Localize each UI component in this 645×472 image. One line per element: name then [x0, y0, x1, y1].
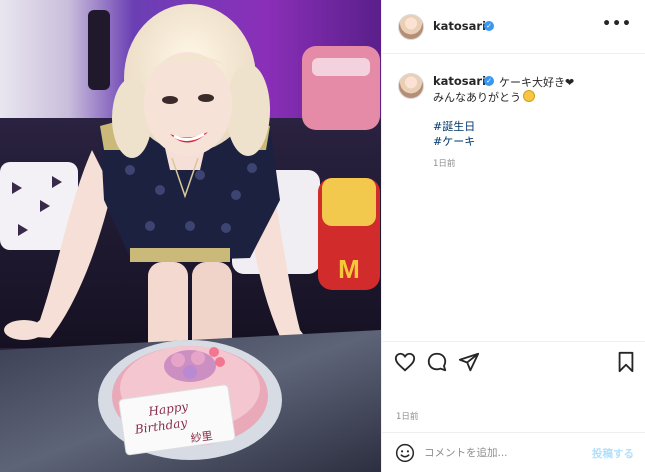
heart-icon[interactable] [394, 351, 416, 373]
avatar[interactable] [398, 14, 424, 40]
post-photo[interactable]: M Happy Birthday 紗里 [0, 0, 381, 472]
caption-line-2-text: みんなありがとう [433, 91, 521, 104]
post-header: katosari ✓ ••• [382, 0, 645, 54]
photo-illustration: M Happy Birthday 紗里 [0, 0, 381, 472]
bookmark-icon[interactable] [616, 351, 636, 373]
right-eye [198, 94, 214, 102]
comment-username[interactable]: katosari [433, 74, 486, 88]
more-options-icon[interactable]: ••• [602, 16, 632, 32]
left-eye [162, 96, 178, 104]
header-username[interactable]: katosari [433, 19, 486, 33]
comment-timestamp: 1日前 [433, 159, 456, 169]
share-icon[interactable] [458, 351, 480, 373]
post-side-panel: katosari ✓ ••• katosari ✓ ケーキ大好き❤ みんなありが… [381, 0, 645, 472]
left-hand [4, 320, 44, 340]
bottle [88, 10, 110, 90]
hashtag-link[interactable]: #誕生日 [433, 118, 475, 134]
comment-bar: 投稿する [382, 432, 645, 472]
comment-input[interactable] [424, 444, 584, 462]
comment-icon[interactable] [426, 351, 448, 373]
caption-line-1: ケーキ大好き❤ [499, 76, 575, 89]
action-bar [382, 341, 645, 382]
post-comment-button[interactable]: 投稿する [592, 446, 634, 461]
hashtag-link[interactable]: #ケーキ [433, 133, 475, 149]
comment-avatar[interactable] [398, 73, 424, 99]
sofa-logo: M [338, 254, 360, 284]
post-timestamp: 1日前 [396, 412, 419, 422]
smiley-icon[interactable] [395, 443, 415, 463]
verified-icon: ✓ [484, 21, 494, 31]
blush-emoji-icon [523, 90, 535, 102]
comment-verified-icon: ✓ [484, 76, 494, 86]
caption-line-2: みんなありがとう [433, 89, 535, 105]
